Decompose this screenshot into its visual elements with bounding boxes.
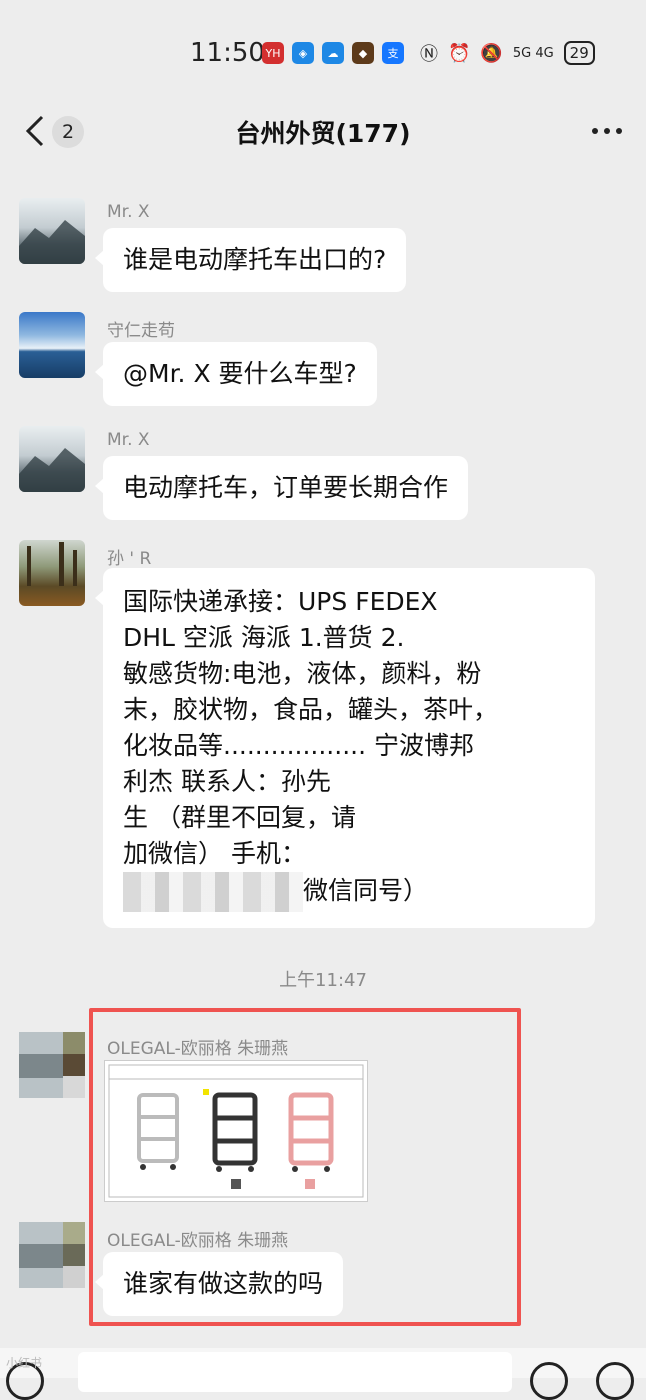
app-icon-4: ◆: [352, 42, 374, 64]
message-bubble[interactable]: 谁家有做这款的吗: [94, 1252, 344, 1316]
chat-header: 2 台州外贸(177): [0, 100, 646, 164]
sender-name: Mr. X: [107, 202, 150, 222]
avatar[interactable]: [19, 540, 85, 606]
watermark: 小红书: [6, 1356, 43, 1370]
app-icon-1: YH: [262, 42, 284, 64]
message-bubble[interactable]: @Mr. X 要什么车型?: [95, 342, 377, 406]
sender-name: Mr. X: [107, 430, 150, 450]
message-input[interactable]: [78, 1352, 512, 1392]
signal-icon: 5G 4G: [512, 45, 554, 61]
input-bar: [0, 1348, 646, 1400]
more-options-icon[interactable]: [592, 128, 622, 134]
notification-icons: YH ◈ ☁ ◆ 支: [262, 42, 404, 64]
redacted-phone: [123, 872, 303, 912]
avatar[interactable]: [19, 198, 85, 264]
message-line: 加微信） 手机：: [123, 839, 306, 868]
system-icons: Ⓝ ⏰ 🔕 5G 4G 29: [420, 40, 595, 66]
time-divider: 上午11:47: [279, 970, 367, 991]
message-line: 末，胶状物，食品，罐头，茶叶，: [123, 695, 499, 724]
message-line: 敏感货物:电池，液体，颜料，粉: [123, 659, 482, 688]
message-bubble[interactable]: 国际快递承接：UPS FEDEX DHL 空派 海派 1.普货 2. 敏感货物:电池…: [95, 568, 595, 928]
avatar[interactable]: [19, 426, 85, 492]
sender-name: 孙 ' R: [107, 549, 152, 569]
message-text-last-line: 微信同号）: [123, 872, 575, 912]
alarm-icon: ⏰: [448, 42, 471, 64]
avatar[interactable]: [19, 312, 85, 378]
message-line: 生 （群里不回复，请: [123, 803, 356, 832]
message-line: 利杰 联系人：孙先: [123, 767, 331, 796]
image-message[interactable]: [104, 1060, 368, 1202]
add-icon[interactable]: [596, 1362, 634, 1400]
message-line: 化妆品等.................. 宁波博邦: [123, 731, 474, 760]
app-icon-3: ☁: [322, 42, 344, 64]
sender-name: OLEGAL-欧丽格 朱珊燕: [107, 1039, 289, 1059]
app-icon-5: 支: [382, 42, 404, 64]
message-line: 国际快递承接：UPS FEDEX: [123, 587, 438, 616]
sender-name: OLEGAL-欧丽格 朱珊燕: [107, 1231, 289, 1251]
message-bubble[interactable]: 电动摩托车，订单要长期合作: [94, 456, 469, 520]
message-bubble[interactable]: 谁是电动摩托车出口的?: [94, 228, 407, 292]
message-line: DHL 空派 海派 1.普货 2.: [123, 623, 405, 652]
message-text: 国际快递承接：UPS FEDEX DHL 空派 海派 1.普货 2. 敏感货物:电池…: [123, 584, 575, 872]
status-time: 11:50: [190, 38, 265, 68]
battery-indicator: 29: [563, 41, 595, 65]
status-bar: 11:50 YH ◈ ☁ ◆ 支 Ⓝ ⏰ 🔕 5G 4G 29: [0, 0, 646, 100]
emoji-icon[interactable]: [530, 1362, 568, 1400]
app-icon-2: ◈: [292, 42, 314, 64]
sender-name: 守仁走苟: [107, 321, 175, 341]
avatar[interactable]: [19, 1222, 85, 1288]
avatar[interactable]: [19, 1032, 85, 1098]
mute-icon: 🔕: [480, 42, 503, 64]
chat-title: 台州外贸(177): [235, 119, 411, 148]
nfc-icon: Ⓝ: [420, 44, 438, 65]
